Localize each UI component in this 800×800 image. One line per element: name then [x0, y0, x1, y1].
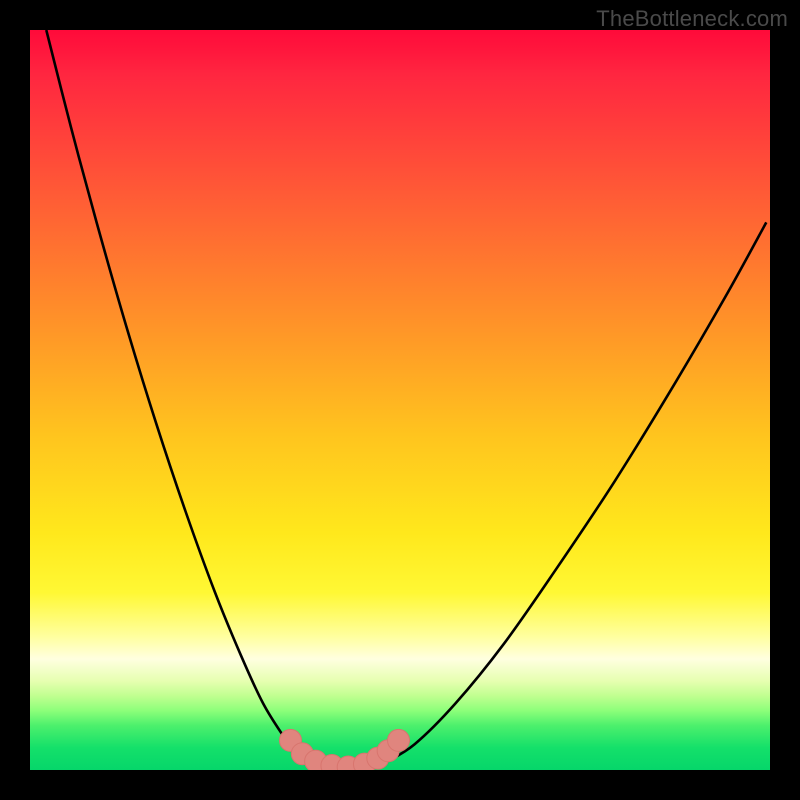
chart-svg	[30, 30, 770, 770]
bottleneck-curve	[46, 30, 766, 768]
chart-frame: TheBottleneck.com	[0, 0, 800, 800]
watermark-text: TheBottleneck.com	[596, 6, 788, 32]
plot-area	[30, 30, 770, 770]
valley-markers-group	[279, 729, 409, 770]
valley-marker	[388, 729, 410, 751]
